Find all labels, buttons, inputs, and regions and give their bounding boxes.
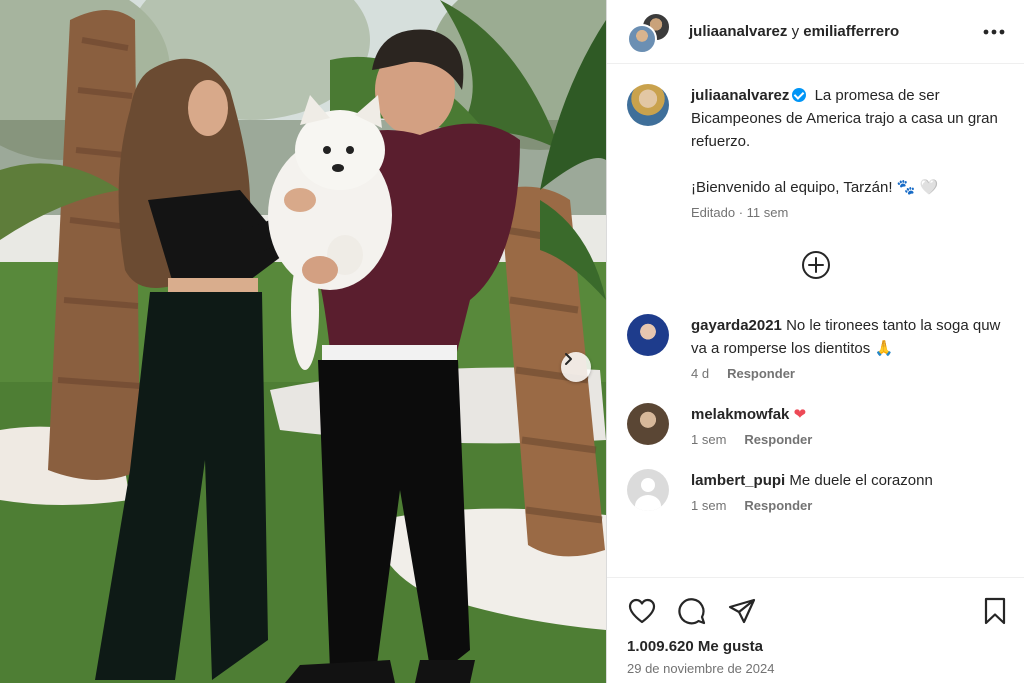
caption-meta: Editado · 11 sem [691,205,1001,220]
comment-text: melakmowfak ❤ [691,403,812,426]
avatar[interactable] [627,403,669,445]
authors-join: y [791,23,800,40]
photo-illustration [0,0,606,683]
comment-button[interactable] [677,596,707,626]
avatar[interactable] [627,469,669,511]
author-username-1[interactable]: julia​analvarez [689,23,787,40]
verified-badge-icon [792,88,807,102]
more-options-icon [983,29,1005,34]
collab-avatars[interactable] [627,10,671,54]
reply-button[interactable]: Responder [727,366,795,381]
reply-button[interactable]: Responder [744,498,812,513]
comment-username[interactable]: lambert_pupi [691,472,785,489]
comment-meta: 1 sem Responder [691,498,933,513]
avatar[interactable] [627,314,669,356]
caption-emoji: 🐾 🤍 [896,179,939,196]
post-date: 29 de noviembre de 2024 [627,661,775,676]
share-send-icon [728,598,756,624]
caption: juliaanalvarez La promesa de ser Bicampe… [607,84,1024,220]
bookmark-icon [984,597,1006,625]
post-photo[interactable] [0,0,606,683]
comment-text: lambert_pupi Me duele el corazonn [691,469,933,492]
comment-emoji: ❤ [793,406,807,423]
author-username-2[interactable]: emiliafferrero [803,23,899,40]
comment-item: lambert_pupi Me duele el corazonn 1 sem … [607,469,1024,513]
load-more-comments [607,250,1024,280]
comment-time: 1 sem [691,432,727,447]
post-authors: julia​analvarez y emiliafferrero [689,23,980,40]
comment-item: gayarda2021 No le tironees tanto la soga… [607,314,1024,381]
comment-meta: 1 sem Responder [691,432,812,447]
share-button[interactable] [727,596,757,626]
caption-username[interactable]: juliaanalvarez [691,87,789,104]
action-bar [607,578,1024,626]
next-photo-button[interactable] [561,352,591,382]
chevron-right-icon [565,353,572,365]
post-header: julia​analvarez y emiliafferrero [607,0,1024,64]
reply-button[interactable]: Responder [744,432,812,447]
comment-text: gayarda2021 No le tironees tanto la soga… [691,314,1011,360]
heart-icon [628,598,656,624]
comment-meta: 4 d Responder [691,366,1011,381]
more-options-button[interactable] [980,18,1008,46]
caption-line-2: ¡Bienvenido al equipo, Tarzán! [691,179,893,196]
post-actions: 1.009.620 Me gusta 29 de noviembre de 20… [607,577,1024,683]
like-button[interactable] [627,596,657,626]
save-button[interactable] [980,596,1010,626]
comment-body: Me duele el corazonn [789,472,933,489]
comments-list[interactable]: juliaanalvarez La promesa de ser Bicampe… [607,84,1024,513]
likes-count[interactable]: 1.009.620 Me gusta [607,626,1024,655]
caption-text: juliaanalvarez La promesa de ser Bicampe… [691,84,1001,199]
avatar[interactable] [627,84,669,126]
avatar [627,23,657,54]
comment-emoji: 🙏 [874,340,894,357]
comment-time: 4 d [691,366,710,381]
post-side-panel: julia​analvarez y emiliafferrero juliaan… [606,0,1024,683]
plus-circle-icon[interactable] [801,250,831,280]
comment-item: melakmowfak ❤ 1 sem Responder [607,403,1024,447]
comment-bubble-icon [678,598,706,625]
comment-time: 1 sem [691,498,727,513]
comment-username[interactable]: gayarda2021 [691,317,782,334]
comment-username[interactable]: melakmowfak [691,406,789,423]
caption-edited-time: Editado · 11 sem [691,205,789,220]
